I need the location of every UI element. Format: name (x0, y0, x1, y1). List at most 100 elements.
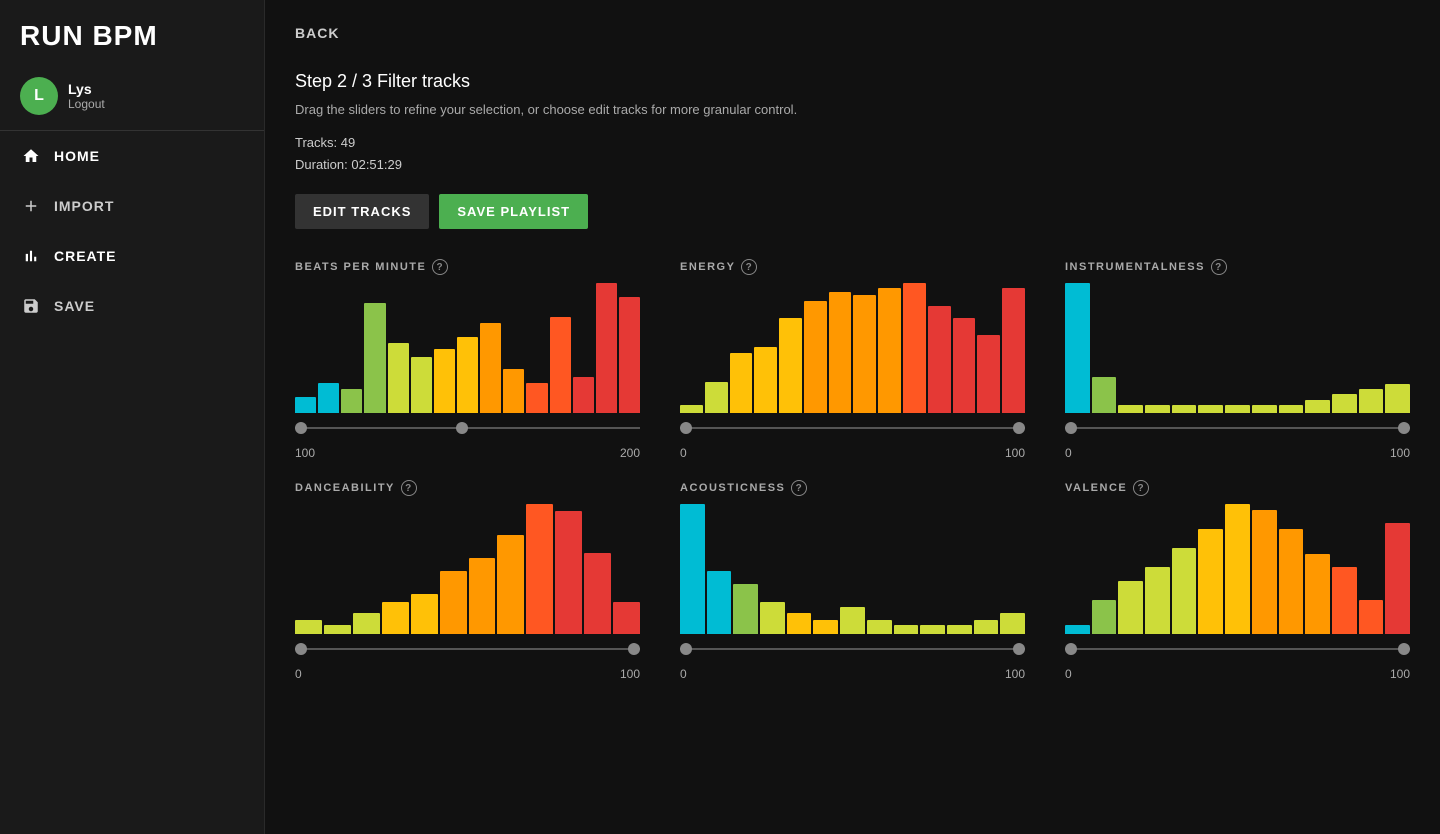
bar (1172, 548, 1197, 634)
bar (1092, 600, 1117, 634)
bar (894, 625, 919, 634)
bar (779, 318, 802, 413)
chart-instrumentalness: INSTRUMENTALNESS?0100 (1065, 259, 1410, 460)
slider-valence[interactable] (1065, 639, 1410, 659)
bar (1305, 400, 1330, 413)
app-logo: RUN BPM (0, 0, 264, 67)
bar (619, 297, 640, 413)
bar (680, 504, 705, 634)
user-section: L Lys Logout (0, 67, 264, 131)
bar (733, 584, 758, 635)
bar (878, 288, 901, 413)
bar (947, 625, 972, 634)
bar (1359, 600, 1384, 634)
slider-thumb-left-danceability[interactable] (295, 643, 307, 655)
bar (388, 343, 409, 413)
chart-labels-energy: 0100 (680, 446, 1025, 460)
sidebar-item-home[interactable]: HOME (0, 131, 264, 181)
bar (480, 323, 501, 413)
bar (1252, 510, 1277, 634)
slider-thumb-right-energy[interactable] (1013, 422, 1025, 434)
min-label-instrumentalness: 0 (1065, 446, 1072, 460)
bar (1225, 504, 1250, 634)
help-icon-acousticness[interactable]: ? (791, 480, 807, 496)
max-label-bpm: 200 (620, 446, 640, 460)
chart-header-acousticness: ACOUSTICNESS? (680, 480, 1025, 496)
chart-bars-instrumentalness (1065, 283, 1410, 413)
chart-energy: ENERGY? 0100 (680, 259, 1025, 460)
sidebar-item-import[interactable]: IMPORT (0, 181, 264, 231)
chart-bars-valence (1065, 504, 1410, 634)
bar (555, 511, 582, 634)
min-label-valence: 0 (1065, 667, 1072, 681)
chart-valence: VALENCE?0100 (1065, 480, 1410, 681)
bar (1359, 389, 1384, 413)
slider-thumb-left-acousticness[interactable] (680, 643, 692, 655)
slider-acousticness[interactable] (680, 639, 1025, 659)
help-icon-valence[interactable]: ? (1133, 480, 1149, 496)
help-icon-energy[interactable]: ? (741, 259, 757, 275)
bar (382, 602, 409, 635)
bar (920, 625, 945, 634)
save-playlist-button[interactable]: SAVE PLAYLIST (439, 194, 588, 229)
slider-thumb-right-instrumentalness[interactable] (1398, 422, 1410, 434)
logout-button[interactable]: Logout (68, 97, 105, 111)
slider-bpm[interactable] (295, 418, 640, 438)
slider-thumb-left-valence[interactable] (1065, 643, 1077, 655)
sidebar-item-create[interactable]: CREATE (0, 231, 264, 281)
max-label-valence: 100 (1390, 667, 1410, 681)
chart-danceability: DANCEABILITY? 0 100 (295, 480, 640, 681)
bar (974, 620, 999, 634)
charts-grid: BEATS PER MINUTE?100200ENERGY?0100INSTRU… (295, 259, 1410, 681)
back-button[interactable]: BACK (295, 20, 339, 46)
bar (457, 337, 478, 413)
chart-label-instrumentalness: INSTRUMENTALNESS (1065, 261, 1205, 273)
edit-tracks-button[interactable]: EDIT TRACKS (295, 194, 429, 229)
bar (754, 347, 777, 413)
max-label-danceability: 100 (620, 667, 640, 681)
slider-danceability[interactable] (295, 639, 640, 659)
bar (804, 301, 827, 414)
bar (526, 504, 553, 634)
bar (318, 383, 339, 413)
bar (295, 397, 316, 413)
chart-label-acousticness: ACOUSTICNESS (680, 482, 785, 494)
username: Lys (68, 81, 105, 97)
slider-thumb-right-acousticness[interactable] (1013, 643, 1025, 655)
help-icon-bpm[interactable]: ? (432, 259, 448, 275)
sidebar: RUN BPM L Lys Logout HOME IMPORT CREATE (0, 0, 265, 834)
home-icon (20, 145, 42, 167)
home-label: HOME (54, 148, 100, 164)
bar (1092, 377, 1117, 413)
slider-instrumentalness[interactable] (1065, 418, 1410, 438)
bar (953, 318, 976, 413)
help-icon-danceability[interactable]: ? (401, 480, 417, 496)
step-title: Step 2 / 3 Filter tracks (295, 71, 1410, 92)
avatar: L (20, 77, 58, 115)
chart-header-danceability: DANCEABILITY? (295, 480, 640, 496)
bar (411, 357, 432, 413)
bar (1118, 581, 1143, 635)
save-label: SAVE (54, 298, 95, 314)
bar (1252, 405, 1277, 413)
slider-thumb-right-danceability[interactable] (628, 643, 640, 655)
chart-header-energy: ENERGY? (680, 259, 1025, 275)
slider-thumb-left-instrumentalness[interactable] (1065, 422, 1077, 434)
bar (977, 335, 1000, 413)
min-label-danceability: 0 (295, 667, 302, 681)
bar (1172, 405, 1197, 413)
bar (503, 369, 524, 413)
bar (760, 602, 785, 635)
slider-thumb-left-bpm[interactable] (295, 422, 307, 434)
slider-thumb-right-valence[interactable] (1398, 643, 1410, 655)
bar (596, 283, 617, 413)
bar (787, 613, 812, 635)
slider-thumb-right-bpm[interactable] (456, 422, 468, 434)
slider-thumb-left-energy[interactable] (680, 422, 692, 434)
bar (1305, 554, 1330, 634)
slider-energy[interactable] (680, 418, 1025, 438)
max-label-acousticness: 100 (1005, 667, 1025, 681)
sidebar-item-save[interactable]: SAVE (0, 281, 264, 331)
help-icon-instrumentalness[interactable]: ? (1211, 259, 1227, 275)
main-nav: HOME IMPORT CREATE SAVE (0, 131, 264, 331)
